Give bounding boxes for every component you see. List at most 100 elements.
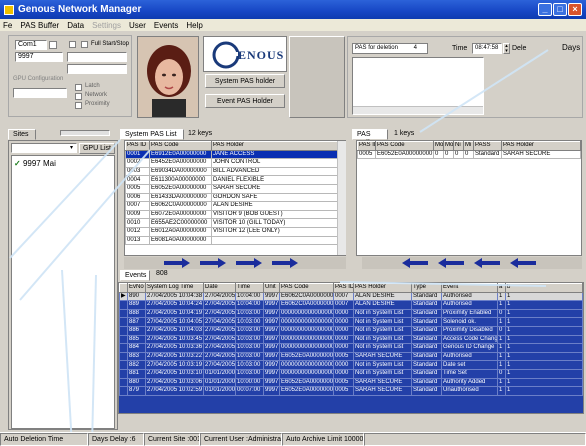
buffer-col-pas-holder[interactable]: PAS Holder [501, 141, 581, 151]
event-row[interactable]: 884 27/04/2005 10:03:36 27/04/2005 10:03:00… [119, 343, 583, 353]
system-pas-row[interactable]: 0013 E6081A0A00000000 [125, 235, 345, 246]
address-field-2[interactable] [67, 52, 127, 62]
menu-events[interactable]: Events [154, 21, 178, 30]
table-cell: E6062C0A00000000 [279, 300, 334, 310]
events-col-pas-id[interactable]: PAS ID [333, 283, 354, 293]
buffer-col-ni[interactable]: Ni [453, 141, 464, 151]
event-row[interactable]: 887 27/04/2005 10:04:05 27/04/2005 10:03:00… [119, 317, 583, 327]
events-col-unit[interactable]: Unit [263, 283, 280, 293]
system-pas-row[interactable]: 0012 E6012A0A00000000 VISITOR 12 (LEE ONLY… [125, 226, 345, 237]
gpu-list-button[interactable]: GPU List [79, 143, 115, 154]
gpu-config-field[interactable] [13, 88, 67, 98]
event-row[interactable]: 889 27/04/2005 10:04:24 27/04/2005 10:04:00… [119, 300, 583, 310]
events-col-evno[interactable]: EvNo [127, 283, 146, 293]
menu-file[interactable]: Fe [3, 21, 12, 30]
tab-sites[interactable]: Sites [8, 129, 36, 140]
proximity-checkbox[interactable] [75, 102, 82, 109]
maximize-button[interactable]: □ [553, 3, 567, 16]
table-cell: 00:07:00 [235, 386, 264, 396]
col-pas-code[interactable]: PAS Code [149, 141, 212, 151]
system-pas-row[interactable]: 0004 E611300A00000000 DANIEL FLEXIBLE [125, 175, 345, 185]
sites-dropdown-arrow-icon[interactable]: ▾ [67, 144, 76, 152]
col-pas-id[interactable]: PAS ID [125, 141, 150, 151]
menu-user[interactable]: User [129, 21, 146, 30]
event-row[interactable]: 886 27/04/2005 10:04:03 27/04/2005 10:03:00… [119, 325, 583, 336]
menu-data[interactable]: Data [67, 21, 84, 30]
com-dropdown-icon[interactable] [49, 41, 57, 49]
events-col-pas-code[interactable]: PAS Code [279, 283, 334, 293]
arrow-right-icon[interactable] [124, 257, 346, 269]
events-col-a[interactable]: a [497, 283, 506, 293]
network-checkbox[interactable] [75, 93, 82, 100]
events-col-type[interactable]: Type [411, 283, 442, 293]
table-cell: E6012A0A00000000 [149, 226, 212, 237]
table-cell: 0001 [125, 149, 150, 160]
system-pas-row[interactable]: 0005 E6052E0A00000000 SARAH SECURE [125, 183, 345, 194]
tab-pas-buffer[interactable]: PAS Buffer [352, 129, 388, 147]
system-pas-row[interactable]: 0002 E6452E0A00000000 JOHN CONTROL [125, 158, 345, 168]
event-pas-holder-button[interactable]: Event PAS Holder [205, 94, 285, 108]
move-to-buffer-bar[interactable] [124, 257, 346, 269]
buffer-col-pas-code[interactable]: PAS Code [375, 141, 434, 151]
time-spinner-icon[interactable]: ▴ ▾ [503, 43, 510, 54]
system-pas-row[interactable]: 0003 E69034DA00000000 BILL ADVANCED [125, 166, 345, 177]
pas-for-deletion-tab[interactable]: PAS for deletion 4 [352, 43, 428, 54]
table-cell: 0000000000000000 [279, 360, 334, 370]
event-row[interactable]: 885 27/04/2005 10:03:45 27/04/2005 10:03:00… [119, 334, 583, 345]
pas-buffer-row[interactable]: 0005 E6052E0A00000000 0 0 0 0 Standard SARAH SE… [357, 149, 581, 160]
menu-settings[interactable]: Settings [92, 21, 121, 30]
tab-system-pas-list[interactable]: System PAS List [120, 129, 184, 140]
system-pas-holder-button[interactable]: System PAS holder [205, 74, 285, 88]
buffer-col-mo1[interactable]: Mo [433, 141, 444, 151]
event-row[interactable]: 888 27/04/2005 10:04:19 27/04/2005 10:03:00… [119, 308, 583, 319]
system-pas-scrollbar[interactable] [337, 141, 346, 255]
deletion-list[interactable] [352, 57, 484, 115]
menu-pas-buffer[interactable]: PAS Buffer [20, 21, 59, 30]
latch-checkbox[interactable] [75, 84, 82, 91]
col-pas-holder[interactable]: PAS Holder [211, 141, 345, 151]
time-value: 08:47:58 [475, 45, 499, 51]
title-bar[interactable]: Genous Network Manager _ □ × [0, 0, 586, 19]
address-input[interactable]: 9997 [15, 52, 63, 62]
events-col-pas-holder[interactable]: PAS Holder [353, 283, 412, 293]
system-pas-row[interactable]: 0006 E61433DA00000000 GORDON SAFE [125, 192, 345, 203]
system-pas-row[interactable]: 0007 E6062C0A00000000 ALAN DESIRE [125, 201, 345, 211]
event-row[interactable]: 881 27/04/2005 10:03:10 01/01/2000 10:03:00… [119, 368, 583, 379]
table-cell: SARAH SECURE [353, 377, 412, 388]
full-start-stop-checkbox[interactable] [69, 41, 76, 48]
tab-events[interactable]: Events [120, 270, 150, 281]
buffer-col-pas-id[interactable]: PAS ID [357, 141, 376, 151]
table-cell: 0005 [125, 183, 150, 194]
arrow-left-icon[interactable] [362, 257, 582, 269]
site-item[interactable]: ✓ 9997 Mai [14, 159, 56, 168]
deletion-list-scrollbar[interactable] [353, 106, 483, 114]
time-input[interactable]: 08:47:58 [472, 43, 502, 54]
menu-help[interactable]: Help [186, 21, 202, 30]
event-row[interactable]: 879 27/04/2005 10:02:59 01/01/2000 00:07:00… [119, 386, 583, 396]
move-to-system-bar[interactable] [362, 257, 582, 269]
buffer-col-mo2[interactable]: Mo [443, 141, 454, 151]
buffer-col-mi[interactable]: Mi [463, 141, 474, 151]
events-col-log-time[interactable]: System Log Time [145, 283, 204, 293]
events-col-b[interactable]: b [505, 283, 583, 293]
address-field-3[interactable] [67, 64, 127, 74]
close-button[interactable]: × [568, 3, 582, 16]
event-row[interactable]: 883 27/04/2005 10:03:22 27/04/2005 10:03:00… [119, 351, 583, 362]
events-col-date[interactable]: Date [203, 283, 236, 293]
buffer-col-pass[interactable]: PASS [473, 141, 502, 151]
table-cell: Not in System List [353, 317, 412, 327]
com-port-select[interactable]: Com1 [15, 40, 47, 50]
system-pas-row[interactable]: 0001 E6912E0A00000000 JANE ACCESS [125, 149, 345, 160]
event-row[interactable]: 882 27/04/2005 10:03:19 27/04/2005 10:03:00… [119, 360, 583, 370]
events-col-time[interactable]: Time [235, 283, 264, 293]
sites-slider[interactable] [60, 130, 110, 136]
table-cell: 27/04/2005 10:03:06 [145, 377, 204, 388]
system-pas-row[interactable]: 0010 E655AE2C00000000 VISITOR 10 (GILL TOD… [125, 218, 345, 228]
event-row[interactable]: 880 27/04/2005 10:03:06 01/01/2000 10:00:00… [119, 377, 583, 388]
event-row[interactable]: ▶ 890 27/04/2005 10:04:38 27/04/2005 10:04:0… [119, 291, 583, 302]
table-cell: 1 [505, 377, 583, 388]
events-col-event[interactable]: Event [441, 283, 498, 293]
minimize-button[interactable]: _ [538, 3, 552, 16]
system-pas-row[interactable]: 0009 E6072E0A00000000 VISITOR 9 (BOB GUEST… [125, 209, 345, 220]
table-cell: 10:03:00 [235, 308, 264, 319]
